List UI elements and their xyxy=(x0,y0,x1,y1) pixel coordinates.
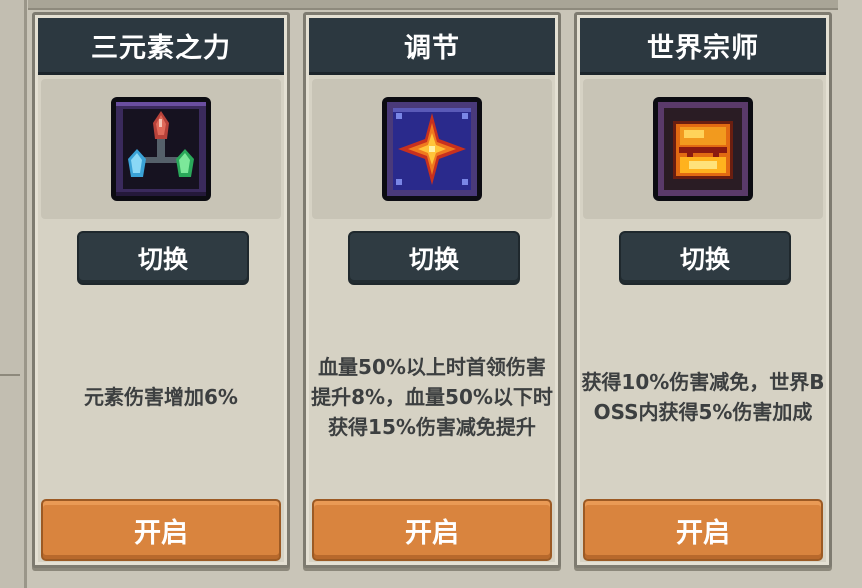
talent-description: 元素伤害增加6% xyxy=(84,385,238,409)
left-panel-edge xyxy=(0,0,27,588)
icon-frame xyxy=(312,79,552,219)
talent-description: 血量50%以上时首领伤害提升8%，血量50%以下时获得15%伤害减免提升 xyxy=(311,355,553,439)
activate-button[interactable]: 开启 xyxy=(583,499,823,561)
activate-button[interactable]: 开启 xyxy=(41,499,281,561)
switch-button[interactable]: 切换 xyxy=(348,231,520,285)
tri-crystal-icon xyxy=(111,97,211,201)
switch-button[interactable]: 切换 xyxy=(77,231,249,285)
talent-panel: 三元素之力 切换 元素伤害增加6% 开启 调节 切换 血量50%以上时首领伤害提… xyxy=(0,0,862,588)
card-title: 三元素之力 xyxy=(38,18,284,75)
switch-button[interactable]: 切换 xyxy=(619,231,791,285)
card-title: 调节 xyxy=(309,18,555,75)
radiant-star-icon xyxy=(382,97,482,201)
panel-top-border xyxy=(28,0,838,10)
talent-card-world-master: 世界宗师 切换 获得10%伤害减免，世界BOSS内获得5%伤害加成 开启 xyxy=(574,12,832,568)
card-title: 世界宗师 xyxy=(580,18,826,75)
golden-chest-icon xyxy=(653,97,753,201)
talent-card-tri-element: 三元素之力 切换 元素伤害增加6% 开启 xyxy=(32,12,290,568)
talent-card-adjust: 调节 切换 血量50%以上时首领伤害提升8%，血量50%以下时获得15%伤害减免… xyxy=(303,12,561,568)
talent-description: 获得10%伤害减免，世界BOSS内获得5%伤害加成 xyxy=(581,370,825,424)
activate-button[interactable]: 开启 xyxy=(312,499,552,561)
icon-frame xyxy=(583,79,823,219)
icon-frame xyxy=(41,79,281,219)
